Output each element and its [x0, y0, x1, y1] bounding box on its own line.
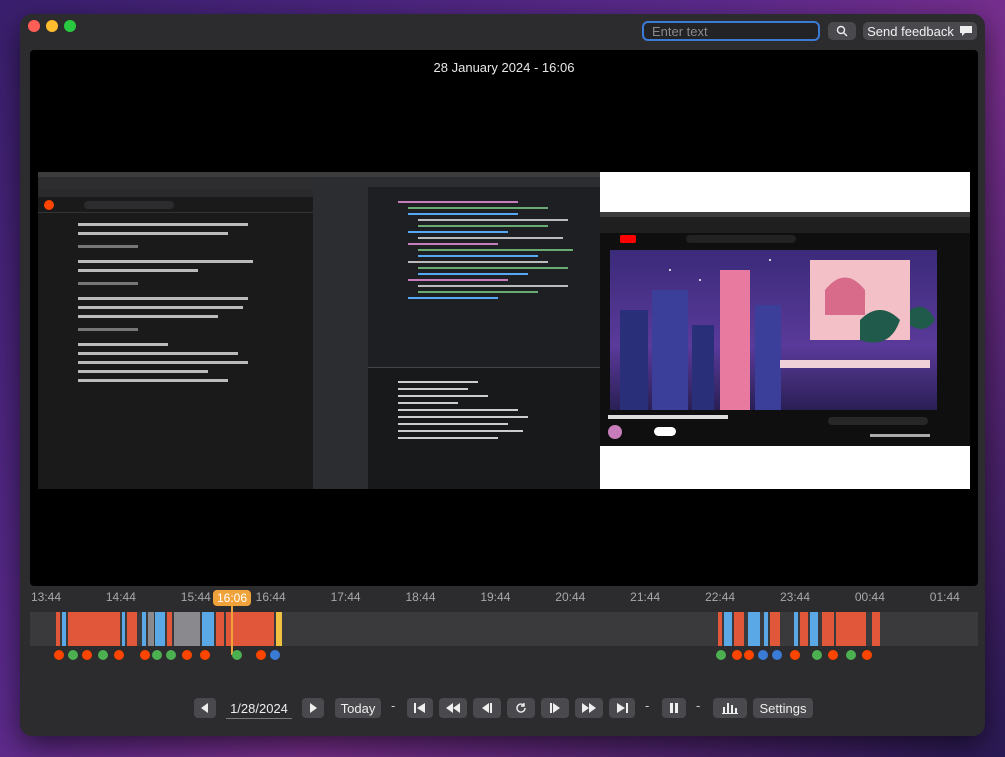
step-back-button[interactable]	[473, 698, 501, 718]
timeline-app-icons	[30, 650, 978, 664]
timeline-hour-labels: 13:44 14:44 15:44 16:44 17:44 18:44 19:44 20:44…	[20, 590, 960, 606]
search-button[interactable]	[828, 22, 856, 40]
subscribe-button[interactable]	[654, 427, 676, 436]
step-forward-icon	[550, 703, 560, 713]
send-feedback-button[interactable]: Send feedback	[863, 22, 977, 40]
separator: -	[696, 698, 701, 713]
today-button[interactable]: Today	[335, 698, 381, 718]
minimize-window-button[interactable]	[46, 20, 58, 32]
separator: -	[645, 698, 650, 713]
timeline-hour-label: 16:44	[255, 590, 286, 604]
screenshot-datetime: 28 January 2024 - 16:06	[433, 60, 575, 75]
timeline-bar[interactable]	[30, 612, 978, 646]
timeline-hour-label: 13:44	[30, 590, 62, 604]
search-field[interactable]	[642, 21, 820, 41]
step-forward-button[interactable]	[541, 698, 569, 718]
magnifier-icon	[836, 25, 848, 37]
send-feedback-label: Send feedback	[867, 23, 954, 39]
fast-forward-icon	[582, 703, 596, 713]
jump-start-button[interactable]	[407, 698, 433, 718]
previous-day-button[interactable]	[194, 698, 216, 718]
pause-button[interactable]	[662, 698, 686, 718]
fast-forward-button[interactable]	[575, 698, 603, 718]
timeline-hour-label: 01:44	[929, 590, 960, 604]
zoom-window-button[interactable]	[64, 20, 76, 32]
skip-back-icon	[414, 703, 425, 713]
timeline-hour-label: 14:44	[105, 590, 136, 604]
current-time-badge: 16:06	[213, 590, 251, 606]
screen-right	[600, 172, 970, 489]
timeline-hour-label: 19:44	[480, 590, 511, 604]
rewind-icon	[446, 703, 460, 713]
skip-forward-icon	[617, 703, 628, 713]
search-input[interactable]	[644, 23, 818, 40]
screenshot-viewer: 28 January 2024 - 16:06	[30, 50, 978, 586]
refresh-button[interactable]	[507, 698, 535, 718]
timeline-hour-label: 22:44	[705, 590, 736, 604]
next-day-button[interactable]	[302, 698, 324, 718]
settings-button[interactable]: Settings	[753, 698, 813, 718]
timeline-hour-label: 18:44	[405, 590, 436, 604]
close-window-button[interactable]	[28, 20, 40, 32]
step-back-icon	[482, 703, 492, 713]
timeline-hour-label: 23:44	[779, 590, 811, 604]
fast-rewind-button[interactable]	[439, 698, 467, 718]
timeline-hour-label: 17:44	[330, 590, 361, 604]
video-frame-illustration	[620, 259, 935, 410]
triangle-right-icon	[310, 703, 317, 713]
speech-bubble-icon	[959, 26, 972, 36]
timeline-cursor[interactable]	[231, 605, 233, 655]
bar-chart-icon	[722, 703, 738, 714]
timeline-hour-label: 15:44	[180, 590, 211, 604]
video-player[interactable]	[610, 250, 937, 410]
date-field[interactable]: 1/28/2024	[226, 698, 292, 719]
jump-end-button[interactable]	[609, 698, 635, 718]
statistics-button[interactable]	[713, 698, 747, 718]
triangle-left-icon	[201, 703, 208, 713]
timeline-hour-label: 20:44	[555, 590, 586, 604]
timeline-hour-label: 00:44	[854, 590, 885, 604]
timeline-hour-label: 21:44	[630, 590, 661, 604]
screen-middle	[313, 172, 600, 489]
reddit-logo-icon	[44, 199, 54, 210]
separator: -	[391, 698, 396, 713]
app-window: Send feedback 28 January 2024 - 16:06	[20, 14, 985, 736]
pause-icon	[670, 703, 678, 713]
refresh-icon	[516, 703, 526, 713]
youtube-logo-icon	[620, 235, 636, 243]
screen-left	[38, 172, 313, 489]
